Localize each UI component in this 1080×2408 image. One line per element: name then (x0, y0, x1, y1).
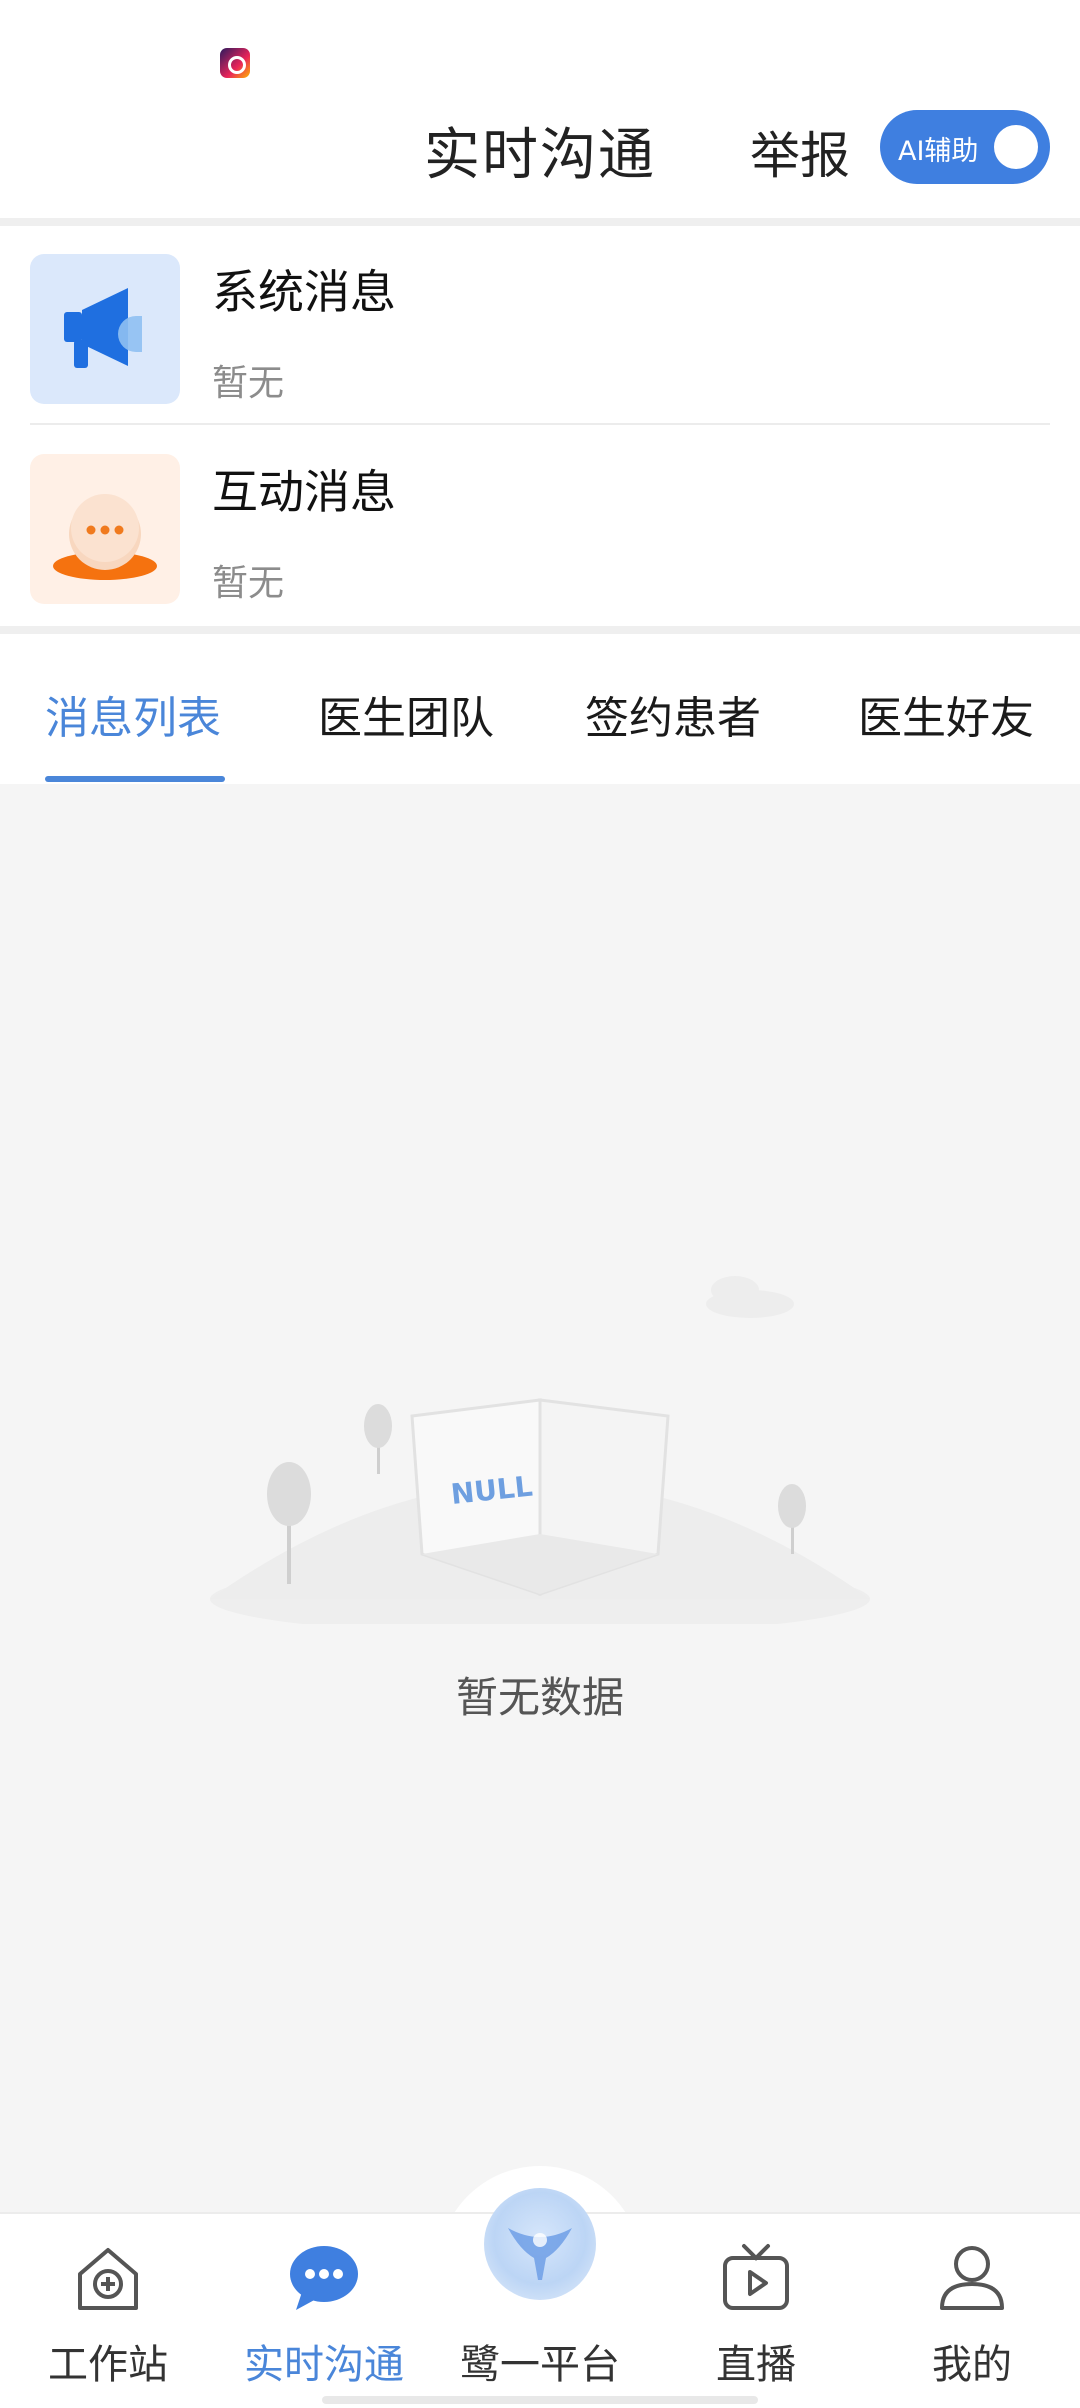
row-divider (30, 423, 1050, 425)
notice-section: 系统消息 暂无 互动消息 暂无 (0, 226, 1080, 626)
workstation-icon (72, 2242, 144, 2314)
nav-realtime-chat[interactable]: 实时沟通 (216, 2214, 432, 2404)
notice-subtitle: 暂无 (212, 563, 285, 604)
report-button[interactable]: 举报 (750, 116, 850, 188)
tab-doctor-friends[interactable]: 医生好友 (858, 682, 1034, 746)
nav-workstation[interactable]: 工作站 (0, 2214, 216, 2404)
notice-title: 互动消息 (212, 465, 396, 519)
interaction-message-row[interactable]: 互动消息 暂无 (0, 426, 1080, 626)
active-tab-indicator (45, 776, 225, 782)
toggle-knob (994, 125, 1038, 169)
system-message-row[interactable]: 系统消息 暂无 (0, 226, 1080, 426)
notification-app-icon (220, 48, 250, 78)
nav-profile[interactable]: 我的 (864, 2214, 1080, 2404)
message-list-content: NULL 暂无数据 (0, 784, 1080, 2212)
top-header: 实时沟通 举报 AI辅助 (0, 0, 1080, 218)
nav-label: 直播 (716, 2342, 796, 2388)
tab-doctor-team[interactable]: 医生团队 (318, 682, 494, 746)
empty-state-text: 暂无数据 (455, 1673, 624, 1722)
ai-assist-label: AI辅助 (898, 136, 979, 167)
nav-label: 我的 (932, 2342, 1012, 2388)
divider (0, 218, 1080, 226)
tab-bar: 消息列表 医生团队 签约患者 医生好友 (0, 634, 1080, 784)
platform-logo-icon[interactable] (484, 2188, 596, 2300)
empty-state-illustration: NULL (190, 1204, 890, 1635)
chat-bubble-icon (30, 454, 180, 604)
chat-icon (288, 2242, 360, 2314)
megaphone-icon (30, 254, 180, 404)
home-indicator[interactable] (322, 2396, 758, 2404)
notice-title: 系统消息 (212, 265, 396, 319)
notice-subtitle: 暂无 (212, 363, 285, 404)
nav-label: 实时沟通 (244, 2342, 404, 2388)
divider (0, 626, 1080, 634)
tab-message-list[interactable]: 消息列表 (45, 682, 221, 746)
nav-label: 鹭一平台 (460, 2342, 620, 2388)
profile-icon (936, 2242, 1008, 2314)
ai-assist-toggle[interactable]: AI辅助 (880, 110, 1050, 184)
tab-signed-patients[interactable]: 签约患者 (585, 682, 761, 746)
nav-live[interactable]: 直播 (648, 2214, 864, 2404)
nav-label: 工作站 (48, 2342, 168, 2388)
live-tv-icon (720, 2242, 792, 2314)
